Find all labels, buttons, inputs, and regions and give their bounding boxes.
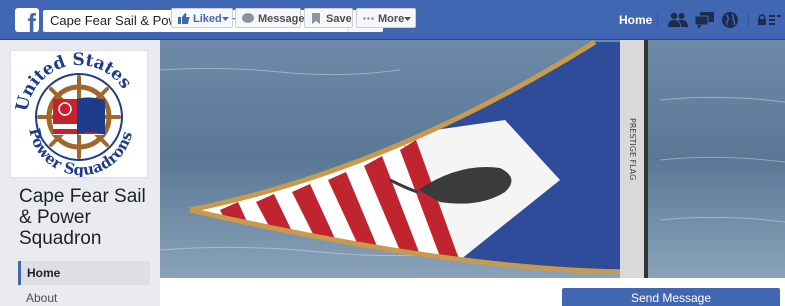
- friend-requests-icon[interactable]: [668, 11, 688, 29]
- page-title: Cape Fear Sail & Power Squadron: [19, 186, 146, 249]
- cover-photo[interactable]: PRESTIGE FLAG: [160, 40, 785, 278]
- liked-button[interactable]: Liked: [171, 8, 233, 28]
- more-button-label: More: [378, 13, 405, 25]
- send-message-button-label: Send Message: [630, 291, 712, 305]
- message-button[interactable]: Message: [235, 8, 305, 28]
- thumbs-up-icon: [178, 13, 190, 24]
- left-nav-home-label: Home: [27, 266, 61, 280]
- facebook-logo-icon[interactable]: f: [15, 8, 39, 32]
- more-dots-icon: [363, 17, 374, 20]
- flag-label-text: PRESTIGE FLAG: [628, 118, 637, 180]
- profile-picture[interactable]: United States Power Squadrons: [10, 50, 148, 179]
- privacy-lock-icon[interactable]: [757, 14, 767, 26]
- save-button-label: Save: [326, 13, 352, 25]
- save-button[interactable]: Save: [304, 8, 353, 28]
- menu-lines-icon[interactable]: [769, 15, 781, 25]
- left-nav-home[interactable]: Home: [18, 261, 150, 285]
- cover-photo-image: PRESTIGE FLAG: [160, 40, 785, 278]
- send-message-button[interactable]: Send Message: [562, 288, 780, 306]
- message-button-label: Message: [258, 13, 305, 25]
- messages-icon[interactable]: [695, 11, 715, 29]
- nav-home-link[interactable]: Home: [619, 13, 652, 27]
- nav-divider: [748, 12, 749, 28]
- nav-divider: [657, 12, 658, 28]
- notifications-globe-icon[interactable]: [721, 11, 739, 29]
- bookmark-icon: [312, 13, 320, 24]
- left-nav-about[interactable]: About: [26, 291, 57, 305]
- message-bubble-icon: [242, 13, 254, 23]
- chevron-down-icon: [222, 17, 229, 21]
- chevron-down-icon: [404, 17, 411, 21]
- power-squadron-logo: United States Power Squadrons: [12, 50, 137, 179]
- liked-button-label: Liked: [193, 13, 222, 25]
- more-button[interactable]: More: [356, 8, 416, 28]
